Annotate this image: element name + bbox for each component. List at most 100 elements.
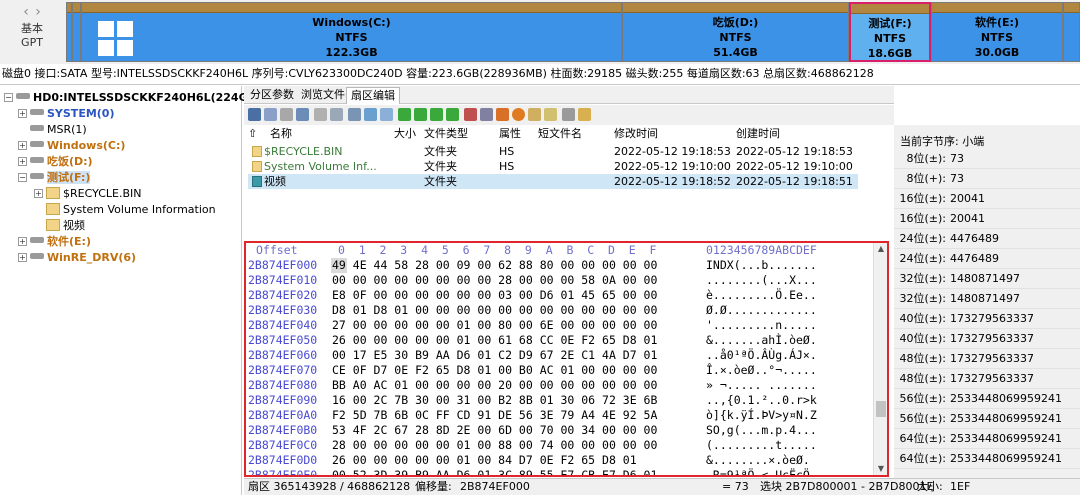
file-row[interactable]: System Volume Inf... 文件夹 HS 2022-05-12 1… [248, 159, 858, 174]
tree-item-d[interactable]: + 吃饭(D:) [18, 154, 93, 170]
file-row[interactable]: $RECYCLE.BIN 文件夹 HS 2022-05-12 19:18:53 … [248, 144, 858, 159]
first-sector-icon[interactable] [398, 108, 411, 121]
tree-item-e[interactable]: + 软件(E:) [18, 234, 91, 250]
hex-row-bytes[interactable]: E8 0F 00 00 00 00 00 00 03 00 D6 01 45 6… [332, 287, 657, 303]
tab-browse-files[interactable]: 浏览文件 [297, 87, 349, 104]
template-icon[interactable] [496, 108, 509, 121]
hex-row-bytes[interactable]: BB A0 AC 01 00 00 00 00 20 00 00 00 00 0… [332, 377, 657, 393]
expand-icon[interactable]: + [18, 237, 27, 246]
partition-e[interactable]: 软件(E:) NTFS 30.0GB [931, 2, 1063, 62]
color-icon[interactable] [512, 108, 525, 121]
hex-row-ascii[interactable]: .R=9¹ªÖ.<.UçËçÖ. [706, 467, 817, 475]
next-sector-icon[interactable] [430, 108, 443, 121]
collapse-icon[interactable]: − [18, 173, 27, 182]
hex-row-bytes[interactable]: D8 01 D8 01 00 00 00 00 00 00 00 00 00 0… [332, 302, 657, 318]
view-icon[interactable] [380, 108, 393, 121]
hex-row-ascii[interactable]: Ø.Ø............. [706, 302, 817, 318]
col-type[interactable]: 文件类型 [424, 125, 468, 143]
col-size[interactable]: 大小 [394, 125, 416, 143]
expand-icon[interactable]: + [18, 157, 27, 166]
hex-row-bytes[interactable]: 00 17 E5 30 B9 AA D6 01 C2 D9 67 2E C1 4… [332, 347, 657, 363]
hex-editor[interactable]: Offset 0 1 2 3 4 5 6 7 8 9 A B C D E F 0… [244, 241, 889, 477]
back-arrow-icon[interactable]: ‹ [20, 4, 32, 20]
goto-icon[interactable] [348, 108, 361, 121]
hex-row-ascii[interactable]: ò]{k.ÿÍ.ÞV>y¤N.Z [706, 407, 817, 423]
collapse-icon[interactable]: − [4, 93, 13, 102]
grid-icon[interactable] [562, 108, 575, 121]
hex-row-bytes[interactable]: 16 00 2C 7B 30 00 31 00 B2 8B 01 30 06 7… [332, 392, 657, 408]
hex-row-bytes[interactable]: 27 00 00 00 00 00 01 00 80 00 6E 00 00 0… [332, 317, 657, 333]
tree-item-system[interactable]: + SYSTEM(0) [18, 106, 114, 122]
tree-item-system-volume-info[interactable]: System Volume Information [46, 202, 216, 218]
hex-row-bytes[interactable]: 53 4F 2C 67 28 8D 2E 00 6D 00 70 00 34 0… [332, 422, 657, 438]
forward-arrow-icon[interactable]: › [32, 4, 44, 20]
col-created[interactable]: 创建时间 [736, 125, 780, 143]
hex-row-ascii[interactable]: ..å0¹ªÖ.ÂÙg.ÁJ×. [706, 347, 817, 363]
hex-row-bytes[interactable]: 00 52 3D 39 B9 AA D6 01 3C 89 55 E7 CB E… [332, 467, 657, 475]
hex-row-ascii[interactable]: '.........n..... [706, 317, 817, 333]
expand-icon[interactable]: + [18, 253, 27, 262]
hex-row-ascii[interactable]: è.........Ö.Ee.. [706, 287, 817, 303]
expand-icon[interactable]: + [34, 189, 43, 198]
undo-icon[interactable] [296, 108, 309, 121]
paste-icon[interactable] [280, 108, 293, 121]
hex-content[interactable]: Offset 0 1 2 3 4 5 6 7 8 9 A B C D E F 0… [246, 243, 874, 475]
up-folder-icon[interactable]: ⇧ [248, 125, 257, 143]
col-shortname[interactable]: 短文件名 [538, 125, 582, 143]
hex-row-ascii[interactable]: INDX(...b....... [706, 257, 817, 273]
tab-sector-editor[interactable]: 扇区编辑 [346, 87, 400, 104]
hex-row-bytes[interactable]: 26 00 00 00 00 00 01 00 84 D7 0E F2 65 D… [332, 452, 637, 468]
copy-icon[interactable] [264, 108, 277, 121]
col-attr[interactable]: 属性 [499, 125, 521, 143]
hex-row-ascii[interactable]: (.........t..... [706, 437, 817, 453]
nav-arrows[interactable]: ‹ › [20, 4, 46, 20]
interp-row: 32位(±): 1480871497 [894, 269, 1080, 289]
bookmark-icon[interactable] [464, 108, 477, 121]
tree-item-msr[interactable]: MSR(1) [30, 122, 87, 138]
refresh-icon[interactable] [480, 108, 493, 121]
partition-f-selected[interactable]: 测试(F:) NTFS 18.6GB [849, 2, 931, 62]
hex-row-ascii[interactable]: &........×.òeØ. [706, 452, 810, 468]
folder-open-icon[interactable] [528, 108, 541, 121]
tree-item-f-selected[interactable]: − 测试(F:) [18, 170, 91, 186]
hex-scrollbar[interactable]: ▲ ▼ [873, 243, 887, 475]
find-next-icon[interactable] [330, 108, 343, 121]
select-icon[interactable] [364, 108, 377, 121]
save-icon[interactable] [248, 108, 261, 121]
tab-partition-params[interactable]: 分区参数 [246, 87, 298, 104]
hex-row-ascii[interactable]: &.......ahÌ.òeØ. [706, 332, 817, 348]
tree-item-video[interactable]: 视频 [46, 218, 85, 234]
expand-icon[interactable]: + [18, 109, 27, 118]
col-modified[interactable]: 修改时间 [614, 125, 658, 143]
properties-icon[interactable] [544, 108, 557, 121]
hex-row-ascii[interactable]: ........(...X... [706, 272, 817, 288]
partition-windows-c[interactable]: Windows(C:) NTFS 122.3GB [81, 2, 622, 62]
scroll-up-icon[interactable]: ▲ [874, 243, 887, 255]
tree-item-recycle-bin[interactable]: + $RECYCLE.BIN [34, 186, 141, 202]
tree-item-winre[interactable]: + WinRE_DRV(6) [18, 250, 136, 266]
partition-d[interactable]: 吃饭(D:) NTFS 51.4GB [622, 2, 849, 62]
find-icon[interactable] [314, 108, 327, 121]
last-sector-icon[interactable] [446, 108, 459, 121]
partition-msr-small[interactable] [72, 2, 81, 62]
hex-row-bytes[interactable]: 26 00 00 00 00 00 01 00 61 68 CC 0E F2 6… [332, 332, 657, 348]
partition-winre-small[interactable] [1063, 2, 1080, 62]
hex-row-bytes[interactable]: 00 00 00 00 00 00 00 00 28 00 00 00 58 0… [332, 272, 657, 288]
hex-row-bytes[interactable]: CE 0F D7 0E F2 65 D8 01 00 B0 AC 01 00 0… [332, 362, 657, 378]
tree-item-windows-c[interactable]: + Windows(C:) [18, 138, 125, 154]
col-name[interactable]: 名称 [270, 125, 292, 143]
hex-row-ascii[interactable]: ..,{0.1.²..0.r>k [706, 392, 817, 408]
hex-row-bytes[interactable]: 49 4E 44 58 28 00 09 00 62 88 80 00 00 0… [332, 257, 657, 273]
file-row-selected[interactable]: 视频 文件夹 2022-05-12 19:18:52 2022-05-12 19… [248, 174, 858, 189]
tree-root-disk[interactable]: − HD0:INTELSSDSCKKF240H6L(224GB) [4, 90, 261, 106]
prev-sector-icon[interactable] [414, 108, 427, 121]
hex-row-ascii[interactable]: Î.×.òeØ..°¬..... [706, 362, 817, 378]
hex-row-bytes[interactable]: 28 00 00 00 00 00 01 00 88 00 74 00 00 0… [332, 437, 657, 453]
hex-row-ascii[interactable]: SO,g(...m.p.4... [706, 422, 817, 438]
hex-row-bytes[interactable]: F2 5D 7B 6B 0C FF CD 91 DE 56 3E 79 A4 4… [332, 407, 657, 423]
scroll-down-icon[interactable]: ▼ [874, 463, 887, 475]
hex-row-ascii[interactable]: » ¬..... ....... [706, 377, 817, 393]
expand-icon[interactable]: + [18, 141, 27, 150]
scroll-thumb[interactable] [876, 401, 886, 417]
open-file-icon[interactable] [578, 108, 591, 121]
